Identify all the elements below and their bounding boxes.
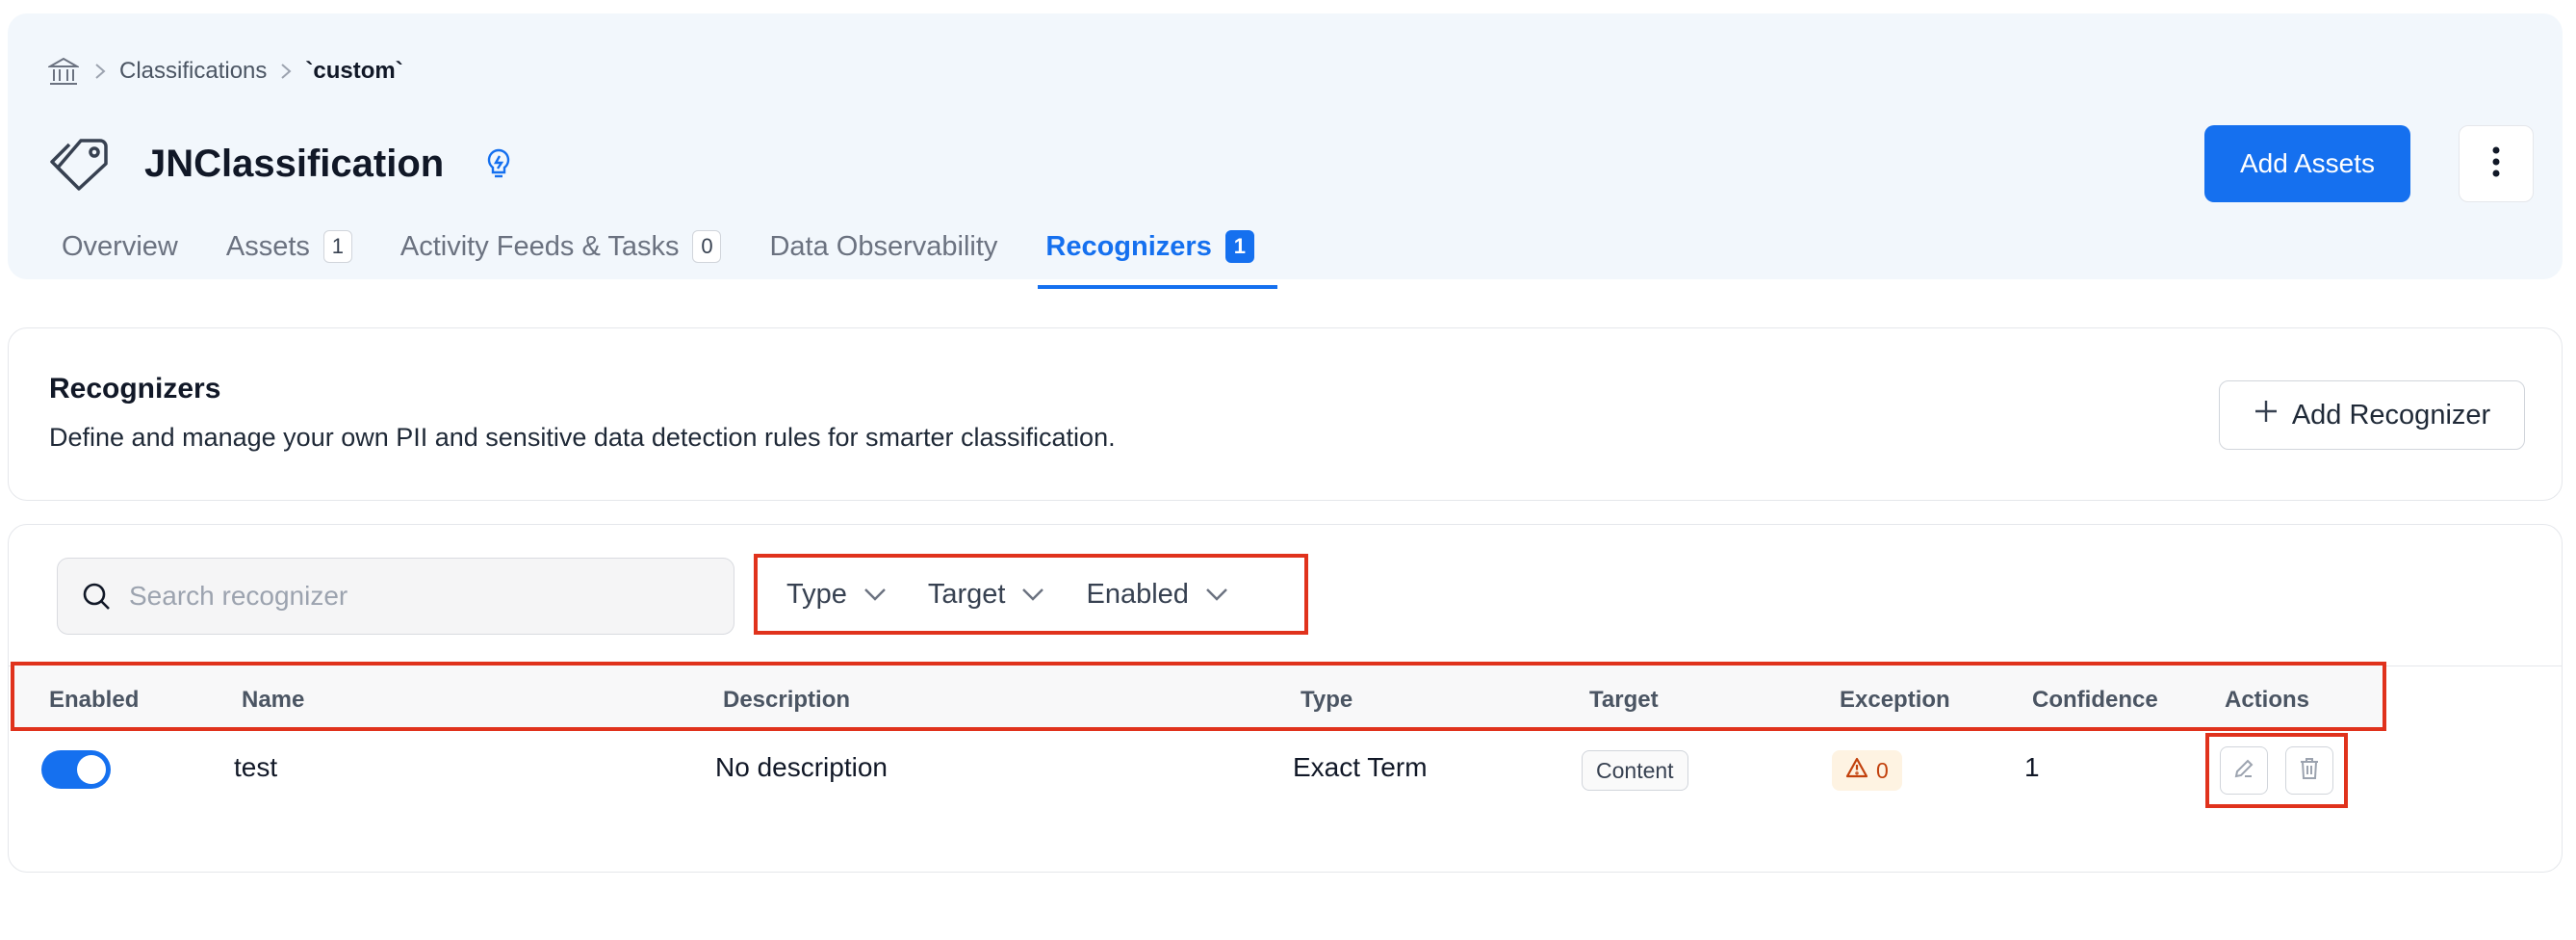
recognizer-type: Exact Term bbox=[1293, 752, 1428, 782]
tab-label: Overview bbox=[62, 230, 178, 262]
recognizers-info-card: Recognizers Define and manage your own P… bbox=[8, 327, 2563, 501]
page-title: JNClassification bbox=[144, 142, 445, 185]
add-recognizer-button[interactable]: Add Recognizer bbox=[2219, 380, 2525, 450]
exception-badge[interactable]: 0 bbox=[1832, 750, 1902, 791]
filter-group: Type Target Enabled bbox=[754, 554, 1308, 635]
target-tag: Content bbox=[1582, 750, 1688, 791]
column-header-actions: Actions bbox=[2225, 687, 2310, 713]
tab-data-observability[interactable]: Data Observability bbox=[761, 216, 1005, 277]
chevron-down-icon bbox=[1020, 582, 1045, 607]
count-badge: 1 bbox=[1224, 230, 1254, 263]
breadcrumb: Classifications `custom` bbox=[46, 52, 403, 91]
filter-type-dropdown[interactable]: Type bbox=[786, 579, 888, 611]
search-input[interactable] bbox=[127, 580, 708, 613]
add-recognizer-label: Add Recognizer bbox=[2291, 399, 2491, 431]
tab-assets[interactable]: Assets 1 bbox=[219, 216, 360, 277]
tab-label: Data Observability bbox=[769, 230, 998, 262]
more-options-button[interactable] bbox=[2459, 125, 2534, 202]
breadcrumb-current: `custom` bbox=[305, 58, 403, 84]
tab-bar: Overview Assets 1 Activity Feeds & Tasks… bbox=[54, 216, 1295, 293]
tab-activity-feeds[interactable]: Activity Feeds & Tasks 0 bbox=[393, 216, 730, 277]
recognizer-confidence: 1 bbox=[2024, 752, 2040, 782]
recognizer-description: No description bbox=[715, 752, 888, 782]
column-header-exception: Exception bbox=[1840, 687, 1950, 713]
count-badge: 0 bbox=[692, 230, 722, 263]
recognizer-name[interactable]: test bbox=[234, 752, 277, 783]
search-box[interactable] bbox=[57, 558, 734, 635]
table-header: Enabled Name Description Type Target Exc… bbox=[11, 662, 2386, 731]
home-icon[interactable] bbox=[46, 54, 81, 89]
row-actions bbox=[2205, 733, 2348, 808]
trash-icon bbox=[2299, 757, 2320, 785]
pencil-icon bbox=[2232, 757, 2255, 785]
count-badge: 1 bbox=[322, 230, 352, 263]
column-header-target: Target bbox=[1589, 687, 1659, 713]
plus-icon bbox=[2254, 399, 2279, 431]
chevron-down-icon bbox=[863, 582, 888, 607]
tab-label: Assets bbox=[225, 230, 310, 262]
recognizers-table-card: Type Target Enabled Enabled Name Descrip… bbox=[8, 524, 2563, 873]
warning-icon bbox=[1845, 757, 1868, 784]
title-row: JNClassification bbox=[46, 125, 515, 202]
filter-label: Target bbox=[927, 578, 1006, 610]
enabled-toggle[interactable] bbox=[41, 750, 111, 789]
chevron-right-icon bbox=[81, 52, 119, 91]
filter-target-dropdown[interactable]: Target bbox=[928, 579, 1046, 611]
table-row: test No description Exact Term Content 0… bbox=[9, 731, 2563, 818]
chevron-right-icon bbox=[267, 52, 305, 91]
section-description: Define and manage your own PII and sensi… bbox=[49, 423, 1116, 452]
delete-button[interactable] bbox=[2285, 746, 2333, 795]
classification-header: Classifications `custom` JNClassificatio… bbox=[8, 13, 2563, 289]
column-header-enabled: Enabled bbox=[49, 687, 140, 713]
tag-icon bbox=[46, 129, 116, 198]
filter-enabled-dropdown[interactable]: Enabled bbox=[1086, 579, 1228, 611]
tab-overview[interactable]: Overview bbox=[54, 216, 186, 277]
kebab-menu-icon bbox=[2492, 146, 2500, 182]
tab-label: Recognizers bbox=[1045, 230, 1212, 262]
filter-label: Enabled bbox=[1086, 578, 1189, 610]
toggle-knob bbox=[77, 755, 106, 784]
lightbulb-icon[interactable] bbox=[482, 147, 515, 180]
column-header-description: Description bbox=[723, 687, 851, 713]
add-assets-button[interactable]: Add Assets bbox=[2204, 125, 2410, 202]
tab-label: Activity Feeds & Tasks bbox=[399, 230, 680, 262]
exception-count: 0 bbox=[1876, 757, 1889, 783]
column-header-confidence: Confidence bbox=[2032, 687, 2158, 713]
column-header-type: Type bbox=[1301, 687, 1353, 713]
column-header-name: Name bbox=[242, 687, 305, 713]
tab-recognizers[interactable]: Recognizers 1 bbox=[1038, 216, 1278, 289]
chevron-down-icon bbox=[1204, 582, 1229, 607]
section-title: Recognizers bbox=[49, 373, 221, 405]
breadcrumb-classifications[interactable]: Classifications bbox=[119, 58, 267, 85]
filter-label: Type bbox=[786, 578, 847, 610]
search-icon bbox=[79, 579, 114, 614]
edit-button[interactable] bbox=[2220, 746, 2268, 795]
